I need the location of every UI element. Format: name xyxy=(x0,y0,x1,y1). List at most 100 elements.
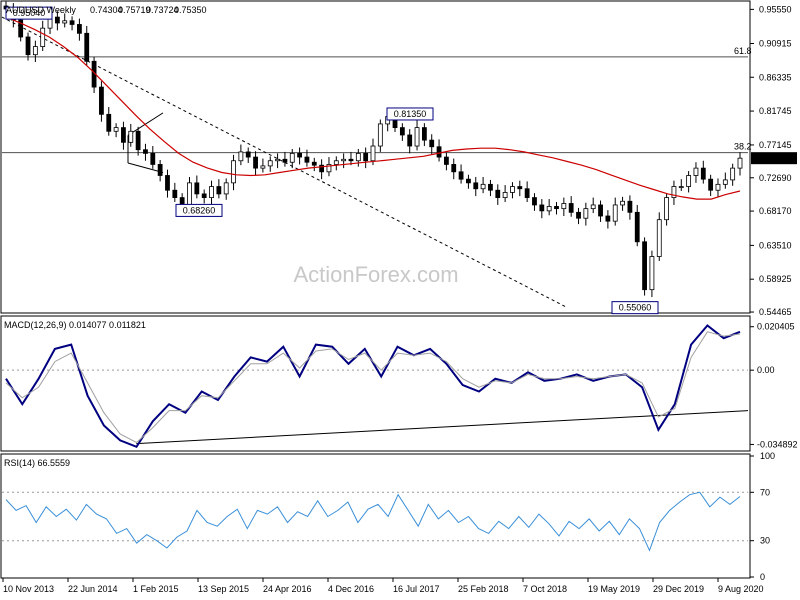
x-tick-label: 10 Nov 2013 xyxy=(3,584,54,594)
x-tick-label: 16 Jul 2017 xyxy=(393,584,440,594)
price-candle-body xyxy=(304,156,310,163)
price-candle-body xyxy=(678,186,684,188)
chart-window: ActionForex.com 0.95550 0.90915 0.86335 0.8… xyxy=(0,0,800,600)
price-candle-body xyxy=(121,127,126,143)
chart-canvas: ActionForex.com 0.95550 0.90915 0.86335 0.8… xyxy=(0,0,798,594)
price-candle-body xyxy=(143,149,148,154)
price-callout-label: 0.55060 xyxy=(619,303,652,313)
price-candle-body xyxy=(245,151,251,158)
price-candle-body xyxy=(627,200,633,213)
price-candle-body xyxy=(69,20,75,25)
price-candle-body xyxy=(355,152,361,162)
price-candle-body xyxy=(510,186,515,193)
price-candle-body xyxy=(664,197,669,221)
price-candle-body xyxy=(590,204,596,210)
price-candle-body xyxy=(238,151,244,162)
price-candle-body xyxy=(443,156,449,165)
price-y-tick-label: 0.63510 xyxy=(759,240,792,250)
price-candle-body xyxy=(172,189,178,198)
price-candle-body xyxy=(84,32,90,62)
price-y-tick-label: 0.58925 xyxy=(759,274,792,284)
x-tick-label: 24 Apr 2016 xyxy=(263,584,312,594)
x-tick-label: 13 Sep 2015 xyxy=(198,584,249,594)
price-candle-body xyxy=(612,204,618,222)
last-price-label: 0.75350 xyxy=(756,153,789,163)
price-candle-body xyxy=(40,27,46,47)
price-candle-body xyxy=(150,152,156,165)
rsi-line xyxy=(5,491,741,552)
price-candle-body xyxy=(106,113,112,132)
price-y-tick-label: 0.68170 xyxy=(759,206,792,216)
x-tick-label: 25 Feb 2018 xyxy=(458,584,509,594)
price-candle-body xyxy=(561,203,567,210)
price-candle-body xyxy=(407,134,413,147)
price-candle-body xyxy=(201,193,207,198)
price-candle-body xyxy=(737,157,743,169)
price-candle-body xyxy=(466,178,471,184)
price-candle-body xyxy=(495,189,501,198)
price-candle-body xyxy=(532,197,537,206)
price-candle-body xyxy=(25,36,31,56)
price-candle-body xyxy=(620,200,625,206)
x-tick-label: 4 Dec 2016 xyxy=(328,584,374,594)
price-candle-body xyxy=(502,192,508,198)
price-candle-body xyxy=(187,182,192,206)
price-candle-body xyxy=(693,167,699,176)
macd-signal-line xyxy=(5,331,741,444)
price-candle-body xyxy=(231,160,236,184)
price-candle-body xyxy=(297,152,303,158)
price-candle-body xyxy=(429,139,435,148)
price-candle-body xyxy=(700,167,706,180)
sma-line xyxy=(5,16,741,200)
price-candle-body xyxy=(194,182,200,195)
rsi-y-tick-label: 100 xyxy=(760,451,775,461)
price-candle-body xyxy=(275,158,280,162)
macd-trendline xyxy=(136,410,749,445)
macd-title: MACD(12,26,9) 0.014077 0.011821 xyxy=(4,320,146,330)
price-candle-body xyxy=(62,20,68,24)
x-tick-label: 1 Feb 2015 xyxy=(133,584,179,594)
price-candle-body xyxy=(708,178,714,191)
price-candle-body xyxy=(341,158,347,162)
price-candle-body xyxy=(267,160,273,167)
price-candle-body xyxy=(135,130,141,151)
price-candle-body xyxy=(348,158,354,162)
fib-level-label: 38.2 xyxy=(734,142,752,152)
price-candle-body xyxy=(598,204,603,217)
price-candle-body xyxy=(642,241,647,291)
price-candle-body xyxy=(715,183,721,191)
price-candle-body xyxy=(451,164,457,173)
price-candle-body xyxy=(686,175,692,187)
price-y-tick-label: 0.77145 xyxy=(759,140,792,150)
watermark: ActionForex.com xyxy=(293,262,458,287)
price-candle-body xyxy=(223,182,229,195)
price-candle-body xyxy=(554,206,559,210)
price-y-tick-label: 0.54465 xyxy=(759,307,792,317)
price-candle-body xyxy=(311,161,317,166)
price-y-tick-label: 0.90915 xyxy=(759,39,792,49)
price-candle-body xyxy=(546,206,552,212)
rsi-y-tick-label: 30 xyxy=(760,536,770,546)
price-candle-body xyxy=(77,24,82,34)
price-candle-body xyxy=(260,165,266,169)
price-candle-body xyxy=(282,158,288,163)
price-candle-body xyxy=(289,152,295,163)
price-title: AUDUSD Weekly xyxy=(6,5,76,15)
x-tick-label: 29 Dec 2019 xyxy=(653,584,704,594)
price-candle-body xyxy=(421,127,427,141)
price-candle-body xyxy=(54,16,60,24)
price-candle-body xyxy=(99,86,104,115)
rsi-panel-frame xyxy=(0,453,751,579)
price-candle-body xyxy=(436,146,442,158)
price-candle-body xyxy=(568,203,574,213)
price-candle-body xyxy=(480,183,486,190)
price-candle-body xyxy=(473,182,479,190)
price-candle-body xyxy=(539,204,545,212)
price-candle-body xyxy=(634,211,640,243)
price-candle-body xyxy=(656,219,662,257)
x-tick-label: 22 Jun 2014 xyxy=(68,584,118,594)
price-y-tick-label: 0.72690 xyxy=(759,173,792,183)
price-candle-body xyxy=(524,188,530,198)
price-candle-body xyxy=(363,152,369,162)
price-candle-body xyxy=(253,156,258,169)
